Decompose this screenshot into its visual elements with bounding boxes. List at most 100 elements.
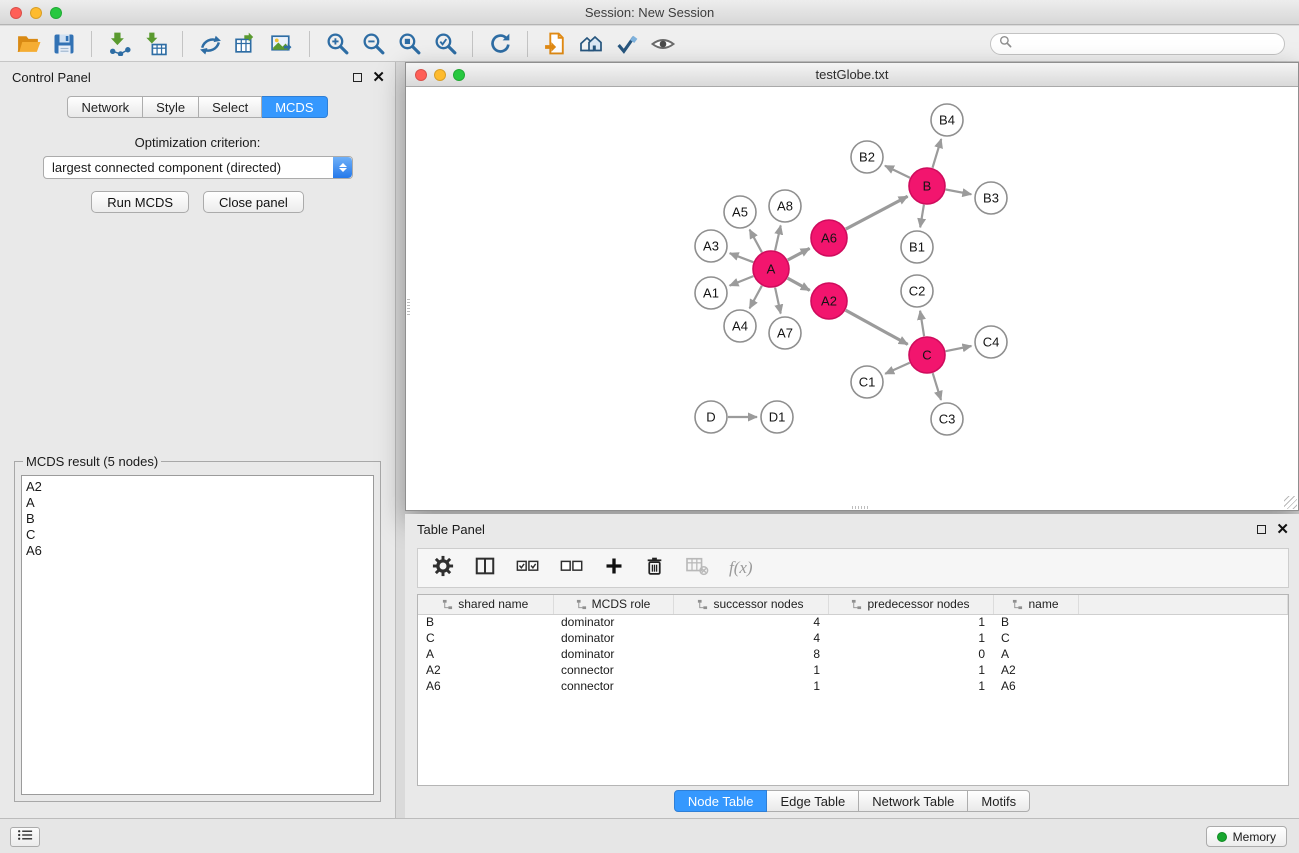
graph-node-D1[interactable]: D1: [761, 401, 793, 433]
column-header-name[interactable]: name: [993, 595, 1078, 614]
table-row[interactable]: A6connector11A6: [418, 678, 1288, 694]
tab-style[interactable]: Style: [143, 96, 199, 118]
resize-grip[interactable]: [852, 506, 870, 509]
graph-node-A7[interactable]: A7: [769, 317, 801, 349]
table-row[interactable]: A2connector11A2: [418, 662, 1288, 678]
new-network-button[interactable]: [192, 29, 228, 59]
close-table-panel-button[interactable]: ✕: [1276, 522, 1289, 537]
mcds-result-item[interactable]: A: [26, 495, 369, 511]
table-row[interactable]: Bdominator41B: [418, 614, 1288, 630]
tab-select[interactable]: Select: [199, 96, 262, 118]
zoom-in-button[interactable]: [319, 29, 355, 59]
graph-edge-B-B4[interactable]: [933, 139, 942, 168]
close-network-window-button[interactable]: [415, 69, 427, 81]
graph-edge-C-C2[interactable]: [920, 311, 924, 336]
tab-edge-table[interactable]: Edge Table: [767, 790, 859, 812]
function-builder-button[interactable]: f(x): [729, 558, 753, 578]
graph-node-B3[interactable]: B3: [975, 182, 1007, 214]
graph-edge-A-A7[interactable]: [775, 288, 781, 314]
graph-node-C2[interactable]: C2: [901, 275, 933, 307]
graph-node-B4[interactable]: B4: [931, 104, 963, 136]
create-column-button[interactable]: [604, 556, 624, 581]
graph-node-B[interactable]: B: [909, 168, 945, 204]
tab-node-table[interactable]: Node Table: [674, 790, 768, 812]
search-field[interactable]: [990, 33, 1285, 55]
mcds-result-list[interactable]: A2ABCA6: [21, 475, 374, 795]
select-all-button[interactable]: [516, 557, 540, 580]
memory-button[interactable]: Memory: [1206, 826, 1287, 847]
resize-grip[interactable]: [1284, 496, 1297, 509]
graph-node-A4[interactable]: A4: [724, 310, 756, 342]
graph-node-A8[interactable]: A8: [769, 190, 801, 222]
graph-node-C4[interactable]: C4: [975, 326, 1007, 358]
apply-style-button[interactable]: [609, 29, 645, 59]
column-header-shared-name[interactable]: shared name: [418, 595, 553, 614]
zoom-fit-button[interactable]: [391, 29, 427, 59]
network-window-titlebar[interactable]: testGlobe.txt: [406, 63, 1298, 87]
zoom-selected-button[interactable]: [427, 29, 463, 59]
mcds-result-item[interactable]: C: [26, 527, 369, 543]
graph-node-B1[interactable]: B1: [901, 231, 933, 263]
home-button[interactable]: [573, 29, 609, 59]
graph-node-A1[interactable]: A1: [695, 277, 727, 309]
network-canvas[interactable]: B4B2BB3B1A5A8A6A3AA1C2A2A4A7C4CC1C3DD1: [406, 88, 1298, 510]
graph-node-A5[interactable]: A5: [724, 196, 756, 228]
delete-table-button[interactable]: [685, 556, 709, 581]
export-image-button[interactable]: [264, 29, 300, 59]
graph-node-C3[interactable]: C3: [931, 403, 963, 435]
import-table-from-file-button[interactable]: [137, 29, 173, 59]
show-columns-button[interactable]: [474, 555, 496, 582]
graph-edge-A-A4[interactable]: [750, 286, 762, 309]
graph-edge-A-A8[interactable]: [775, 226, 781, 251]
mcds-result-item[interactable]: A6: [26, 543, 369, 559]
tab-network-table[interactable]: Network Table: [859, 790, 968, 812]
unselect-all-button[interactable]: [560, 557, 584, 580]
table-row[interactable]: Adominator80A: [418, 646, 1288, 662]
open-session-file-button[interactable]: [537, 29, 573, 59]
column-header-predecessor-nodes[interactable]: predecessor nodes: [828, 595, 993, 614]
delete-column-button[interactable]: [644, 555, 665, 582]
graph-node-D[interactable]: D: [695, 401, 727, 433]
graph-edge-A2-C[interactable]: [846, 310, 908, 344]
graph-edge-B-B2[interactable]: [885, 166, 910, 178]
graph-edge-A-A3[interactable]: [730, 253, 754, 262]
graph-edge-B-B3[interactable]: [946, 190, 972, 195]
import-network-from-file-button[interactable]: [101, 29, 137, 59]
graph-edge-A-A6[interactable]: [788, 248, 810, 260]
column-header-successor-nodes[interactable]: successor nodes: [673, 595, 828, 614]
close-window-button[interactable]: [10, 7, 22, 19]
graph-edge-A-A2[interactable]: [788, 278, 810, 290]
graph-edge-C-C3[interactable]: [933, 373, 941, 400]
save-session-button[interactable]: [46, 29, 82, 59]
table-row[interactable]: Cdominator41C: [418, 630, 1288, 646]
open-network-button[interactable]: [10, 29, 46, 59]
table-settings-button[interactable]: [432, 555, 454, 582]
graph-edge-A-A5[interactable]: [750, 230, 762, 253]
tab-motifs[interactable]: Motifs: [968, 790, 1030, 812]
graph-node-A3[interactable]: A3: [695, 230, 727, 262]
graph-edge-C-C4[interactable]: [946, 346, 972, 351]
graph-node-B2[interactable]: B2: [851, 141, 883, 173]
zoom-window-button[interactable]: [50, 7, 62, 19]
tab-network[interactable]: Network: [67, 96, 143, 118]
float-panel-button[interactable]: [353, 70, 362, 85]
close-panel-action-button[interactable]: Close panel: [203, 191, 304, 213]
tab-mcds[interactable]: MCDS: [262, 96, 327, 118]
float-table-panel-button[interactable]: [1257, 522, 1266, 537]
graph-node-C[interactable]: C: [909, 337, 945, 373]
zoom-network-window-button[interactable]: [453, 69, 465, 81]
minimize-network-window-button[interactable]: [434, 69, 446, 81]
graph-edge-A-A1[interactable]: [730, 276, 754, 286]
zoom-out-button[interactable]: [355, 29, 391, 59]
mcds-result-item[interactable]: A2: [26, 479, 369, 495]
minimize-window-button[interactable]: [30, 7, 42, 19]
column-header-mcds-role[interactable]: MCDS role: [553, 595, 673, 614]
graph-edge-A6-B[interactable]: [846, 196, 908, 229]
search-input[interactable]: [1017, 37, 1276, 51]
graph-edge-C-C1[interactable]: [885, 363, 910, 374]
optimization-criterion-dropdown[interactable]: largest connected component (directed): [43, 156, 353, 179]
resize-grip[interactable]: [407, 299, 410, 317]
graph-edge-B-B1[interactable]: [920, 205, 924, 228]
show-panels-button[interactable]: [10, 827, 40, 847]
run-mcds-button[interactable]: Run MCDS: [91, 191, 189, 213]
